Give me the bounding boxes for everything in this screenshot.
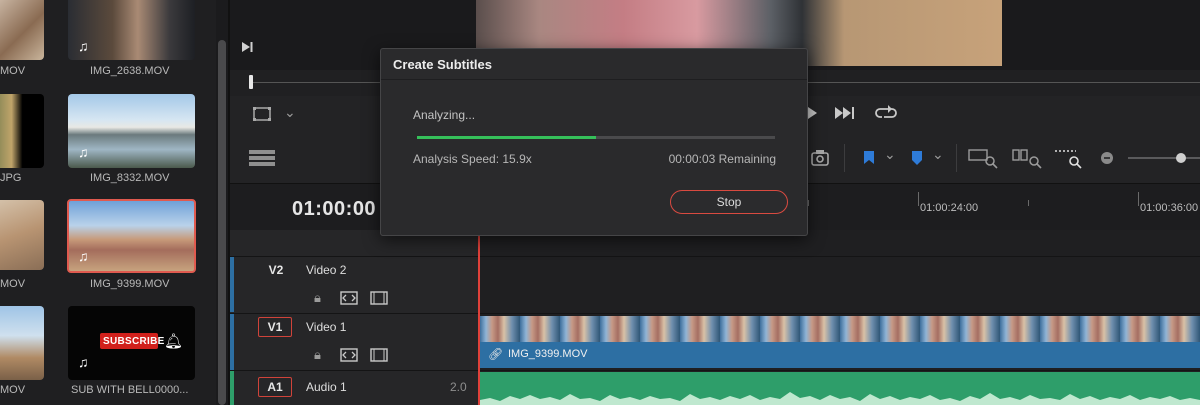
- zoom-detail-icon[interactable]: [1012, 147, 1042, 169]
- track-name-video-1: Video 1: [306, 320, 347, 334]
- stop-button[interactable]: Stop: [670, 190, 788, 214]
- zoom-slider-handle[interactable]: [1176, 153, 1186, 163]
- ruler-label: 01:00:36:00: [1140, 202, 1199, 214]
- clip-thumbnail[interactable]: [0, 200, 44, 270]
- zoom-full-icon[interactable]: [968, 147, 998, 169]
- bell-icon: 🔔︎: [164, 333, 184, 350]
- music-note-icon: ♫: [78, 38, 89, 54]
- auto-select-icon[interactable]: [340, 291, 358, 305]
- music-note-icon: ♫: [78, 248, 89, 264]
- scrub-handle[interactable]: [249, 75, 253, 89]
- ruler-label: 01:00:24:00: [920, 202, 979, 214]
- clip-name: IMG_9399.MOV: [90, 278, 170, 290]
- snapshot-icon[interactable]: [810, 148, 830, 168]
- chevron-down-icon[interactable]: ⌄: [284, 104, 296, 121]
- track-separator: [230, 313, 478, 314]
- subscribe-text: SUBSCRIBE: [103, 336, 165, 347]
- toolbar-divider: [956, 144, 957, 172]
- track-id-v2[interactable]: V2: [264, 261, 288, 279]
- clip-name: JPG: [0, 172, 22, 184]
- loop-icon[interactable]: [874, 103, 898, 123]
- film-strip-icon[interactable]: [370, 291, 388, 305]
- media-pool: MOV ♫ IMG_2638.MOV JPG ♫ IMG_8332.MOV MO…: [0, 0, 216, 405]
- track-name-audio-1: Audio 1: [306, 380, 347, 394]
- video-clip-label: IMG_9399.MOV: [508, 348, 588, 360]
- lock-icon[interactable]: 🔒︎: [314, 290, 321, 306]
- track-separator: [478, 370, 1200, 371]
- timeline-timecode: 01:00:00: [292, 198, 377, 220]
- clip-name: IMG_2638.MOV: [90, 65, 170, 77]
- clip-name: MOV: [0, 65, 26, 77]
- media-pool-scrollbar[interactable]: [218, 40, 226, 405]
- track-separator: [230, 256, 478, 257]
- auto-select-icon[interactable]: [340, 348, 358, 362]
- marker-icon[interactable]: [910, 150, 924, 166]
- analysis-status: Analyzing...: [413, 108, 476, 122]
- music-note-icon: ♫: [78, 354, 89, 370]
- create-subtitles-dialog: Create Subtitles Analyzing... Analysis S…: [380, 48, 808, 236]
- zoom-custom-icon[interactable]: [1054, 147, 1084, 169]
- video-clip-thumbnails[interactable]: [480, 316, 1200, 342]
- track-separator: [230, 370, 478, 371]
- timeline-tracks[interactable]: 🔗︎ IMG_9399.MOV: [478, 230, 1200, 405]
- toolbar-divider: [844, 144, 845, 172]
- track-separator: [478, 313, 1200, 314]
- ruler-tick: [1138, 192, 1139, 206]
- clip-name: SUB WITH BELL0000...: [71, 384, 189, 396]
- analysis-speed: Analysis Speed: 15.9x: [413, 152, 532, 166]
- chevron-down-icon[interactable]: ⌄: [932, 146, 944, 163]
- ruler-tick: [1028, 200, 1029, 206]
- ruler-tick: [918, 192, 919, 206]
- timeline-view-options-icon[interactable]: [248, 149, 276, 167]
- lock-icon[interactable]: 🔒︎: [314, 347, 321, 363]
- clip-name: MOV: [0, 384, 26, 396]
- viewer-play-icon[interactable]: [240, 40, 254, 54]
- clip-thumbnail[interactable]: [0, 0, 44, 60]
- film-strip-icon[interactable]: [370, 348, 388, 362]
- music-note-icon: ♫: [78, 144, 89, 160]
- track-name-video-2: Video 2: [306, 263, 347, 277]
- skip-to-end-icon[interactable]: [834, 105, 856, 121]
- zoom-out-icon[interactable]: [1100, 151, 1114, 165]
- dialog-header: Create Subtitles: [381, 49, 807, 80]
- video-clip-bar[interactable]: [480, 342, 1200, 368]
- dialog-title: Create Subtitles: [393, 57, 492, 72]
- flag-icon[interactable]: [862, 150, 876, 166]
- ruler-tick: [808, 200, 809, 206]
- audio-channel-format: 2.0: [450, 380, 467, 394]
- viewer-layout-icon[interactable]: [252, 106, 272, 122]
- track-headers: V2 Video 2 🔒︎ V1 Video 1 🔒︎ A1 Audio 1 2…: [230, 230, 478, 405]
- track-color-bar: [230, 314, 234, 370]
- clip-name: IMG_8332.MOV: [90, 172, 170, 184]
- track-color-bar: [230, 371, 234, 405]
- track-color-bar: [230, 256, 234, 312]
- zoom-slider[interactable]: [1128, 157, 1200, 159]
- audio-waveform: [480, 392, 1200, 405]
- clip-thumbnail[interactable]: [0, 94, 44, 168]
- track-separator: [478, 256, 1200, 257]
- time-remaining: 00:00:03 Remaining: [668, 152, 776, 166]
- progress-bar: [417, 136, 775, 139]
- chevron-down-icon[interactable]: ⌄: [884, 146, 896, 163]
- clip-name: MOV: [0, 278, 26, 290]
- clip-thumbnail[interactable]: [0, 306, 44, 380]
- link-icon: 🔗︎: [488, 347, 504, 361]
- track-id-a1[interactable]: A1: [258, 377, 292, 397]
- progress-bar-fill: [417, 136, 596, 139]
- track-id-v1[interactable]: V1: [258, 317, 292, 337]
